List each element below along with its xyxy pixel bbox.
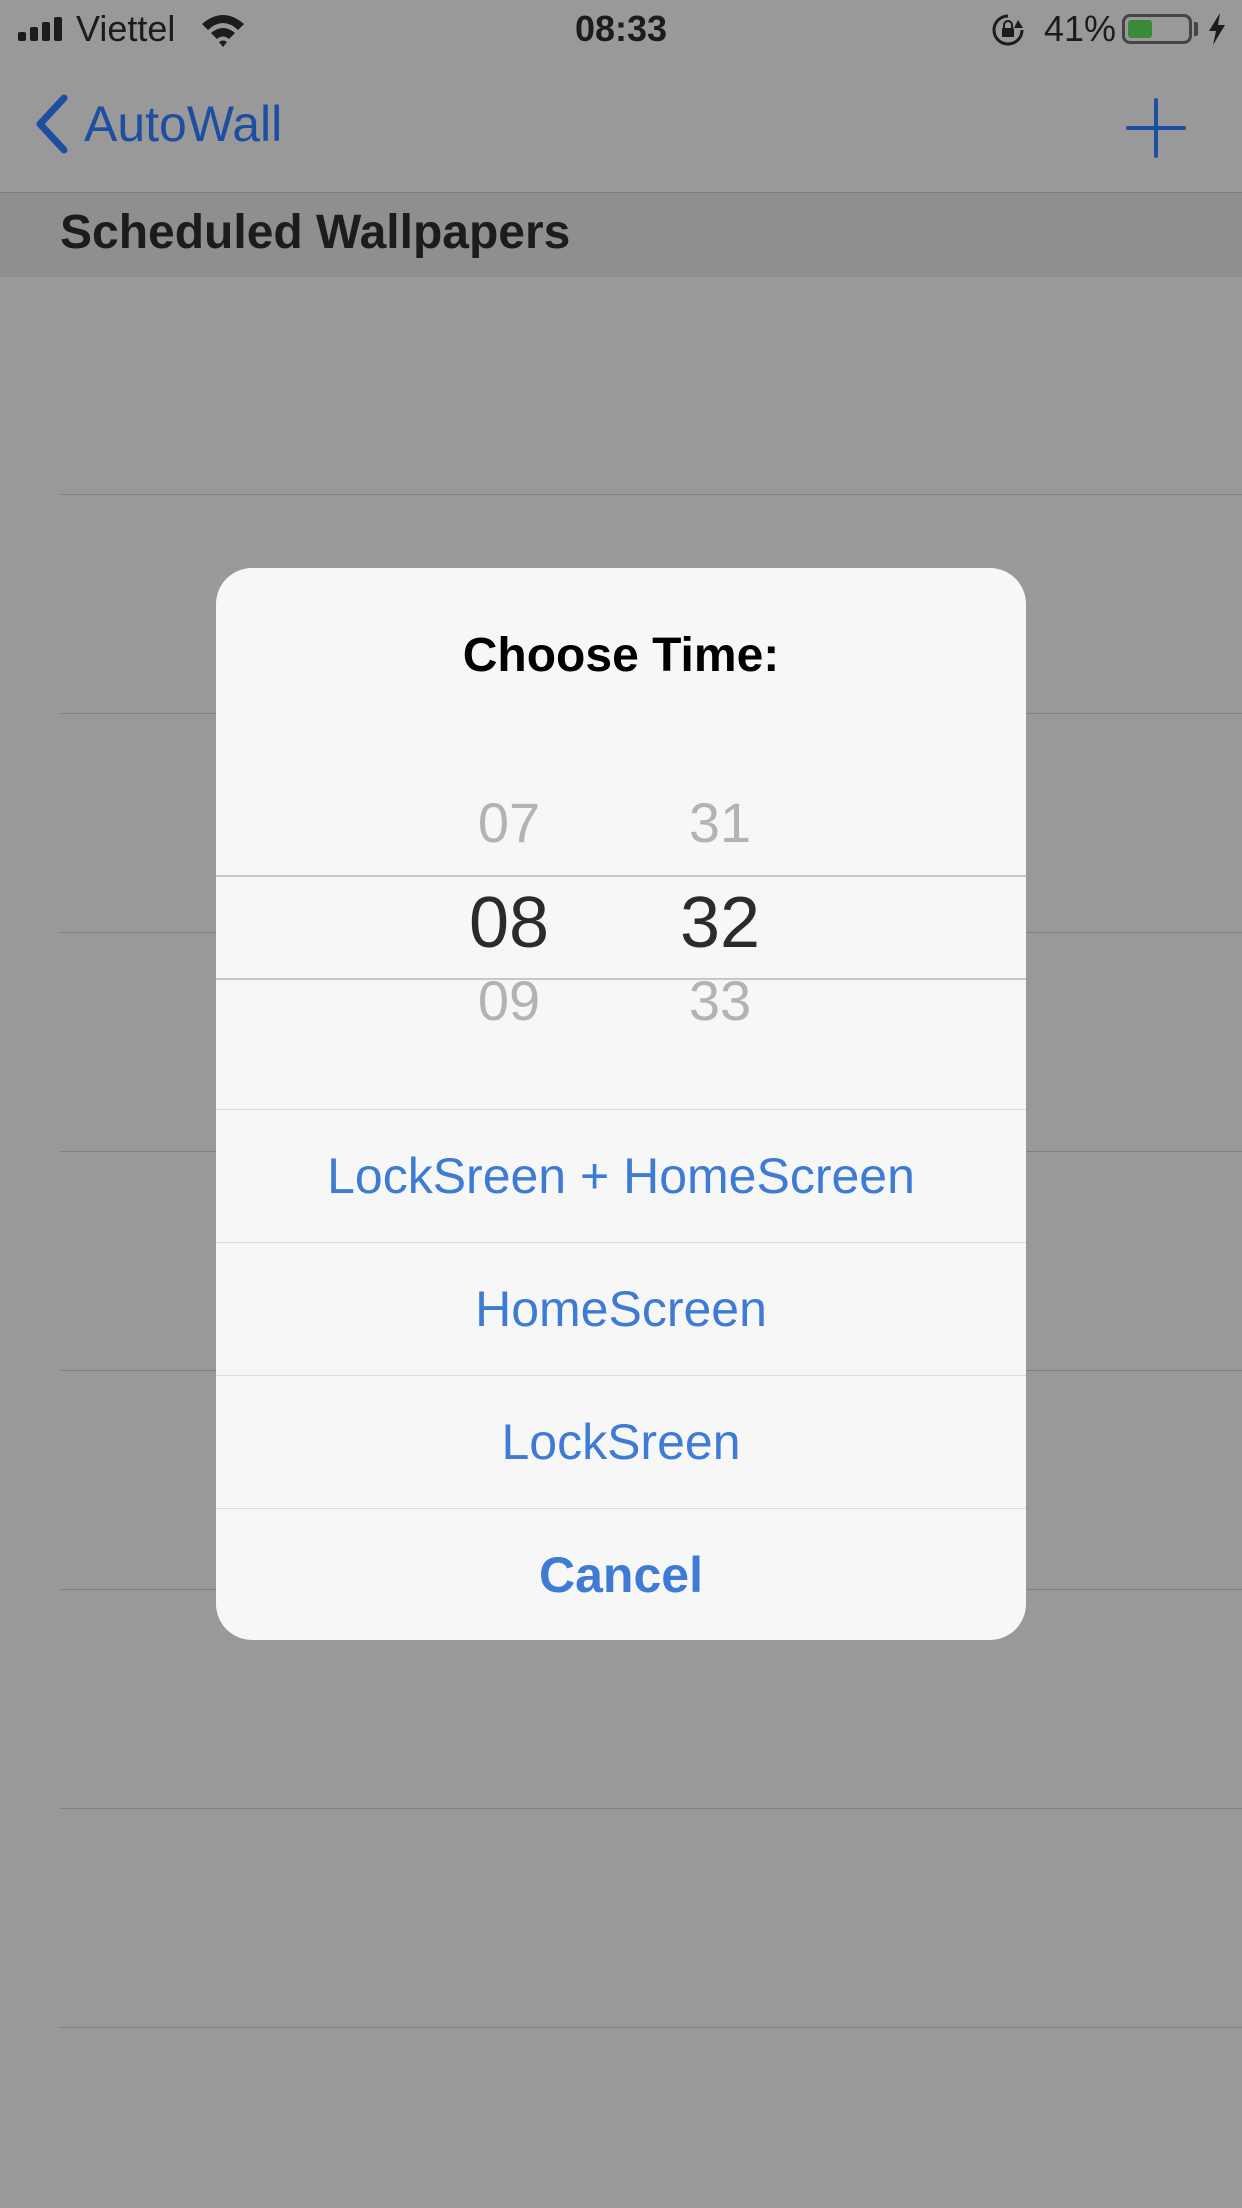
list-separator: [60, 1808, 1242, 1809]
battery-percent: 41%: [1044, 8, 1117, 49]
battery-icon: [1122, 14, 1192, 44]
hour-selected[interactable]: 08: [409, 882, 609, 964]
section-title: Scheduled Wallpapers: [60, 206, 571, 259]
lockscreen-homescreen-button[interactable]: LockSreen + HomeScreen: [216, 1109, 1026, 1242]
choose-time-alert: Choose Time: 07 08 09 31 32 33 LockSreen…: [216, 568, 1026, 1640]
battery-cap: [1194, 22, 1198, 36]
navigation-bar: AutoWall: [0, 60, 1242, 193]
add-icon[interactable]: [1126, 98, 1186, 158]
hour-option-faint: [409, 768, 609, 780]
chevron-left-icon: [36, 94, 68, 154]
alert-title: Choose Time:: [462, 629, 780, 682]
section-header: Scheduled Wallpapers: [0, 193, 1242, 277]
list-separator: [60, 2027, 1242, 2028]
lockscreen-button[interactable]: LockSreen: [216, 1375, 1026, 1508]
charging-bolt-icon: [1209, 13, 1225, 45]
list-separator: [60, 494, 1242, 495]
time-picker[interactable]: 07 08 09 31 32 33: [216, 768, 1026, 1110]
battery-level-fill: [1128, 20, 1152, 38]
cancel-button[interactable]: Cancel: [216, 1508, 1026, 1640]
rotation-lock-icon: [992, 14, 1024, 46]
hour-option[interactable]: 09: [409, 968, 609, 1033]
minute-option[interactable]: 33: [620, 968, 820, 1033]
status-bar: Viettel 08:33 41%: [0, 0, 1242, 60]
minute-wheel[interactable]: 31 32 33: [620, 768, 820, 1110]
homescreen-button[interactable]: HomeScreen: [216, 1242, 1026, 1375]
hour-option[interactable]: 07: [409, 790, 609, 855]
back-button-label: AutoWall: [84, 96, 283, 152]
minute-selected[interactable]: 32: [620, 882, 820, 964]
back-button[interactable]: AutoWall: [30, 92, 282, 156]
hour-wheel[interactable]: 07 08 09: [409, 768, 609, 1110]
minute-option[interactable]: 31: [620, 790, 820, 855]
